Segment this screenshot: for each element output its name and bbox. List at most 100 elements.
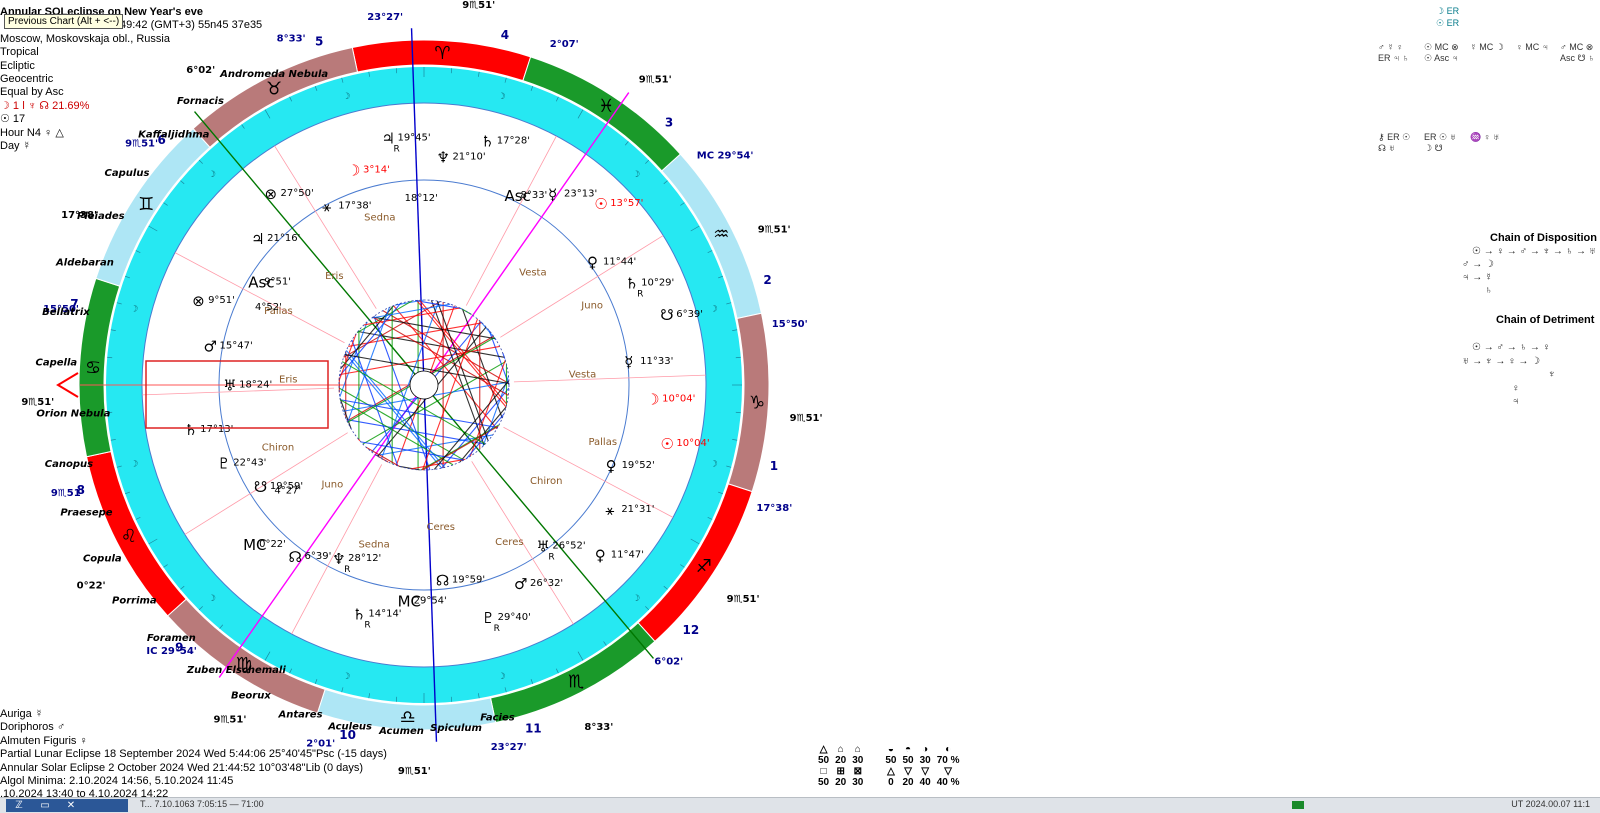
minor-body-label: Ceres [495, 537, 523, 548]
detriment-row-2: ♅ → ♆ → ♀ → ☽ [1462, 356, 1540, 367]
planet-degree: 22°43' [233, 458, 266, 469]
house-number: 12 [683, 623, 700, 637]
band-glyph: ☽ [208, 594, 216, 604]
fixed-star-label: Andromeda Nebula [219, 69, 328, 80]
band-glyph: ☽ [710, 460, 718, 470]
restore-icon[interactable]: ▭ [32, 799, 58, 812]
zodiac-sign-glyph: ♉ [266, 79, 282, 100]
planet-glyph: ☽ [347, 162, 360, 180]
planet-glyph: ☋ [660, 306, 673, 324]
center-hub [410, 371, 438, 399]
stat-sym: ▽ [900, 766, 917, 777]
fixed-star-label: Porrima [112, 596, 157, 607]
close-icon[interactable]: ✕ [58, 799, 84, 812]
disposition-row-3: ♃ → ☿ [1462, 272, 1493, 283]
dignity-col-2: ☉ MC ⊗ ☉ Asc ♃ [1424, 42, 1460, 64]
chart-wheel[interactable]: ♈♓♒♑♐♏♎♍♌♋♊♉☽☽☽☽☽☽☽☽☽☽☽☽5432112111098762… [0, 0, 1600, 812]
disposition-row-4: ♄ [1485, 285, 1493, 296]
outer-degree-label: 15°50' [772, 319, 808, 330]
planet-glyph: ⊗ [265, 185, 278, 203]
outer-degree-label: MC 29°54' [697, 151, 754, 162]
house-number: 2 [763, 273, 771, 287]
retrograde-marker: R [494, 624, 500, 634]
planet-degree: 8°33' [520, 190, 547, 201]
zodiac-sign-glyph: ♑ [749, 392, 765, 413]
stat-val: 0 [882, 777, 899, 788]
house-number: 4 [501, 28, 509, 42]
planet-glyph: ♄ [184, 421, 197, 439]
footer-line-6: Algol Minima: 2.10.2024 14:56, 5.10.2024… [0, 775, 387, 788]
dignity-col-3: ☿ MC ☽ [1470, 42, 1506, 53]
detriment-row-1: ☉ → ♂ → ♄ → ♀ [1472, 342, 1550, 353]
disposition-row-1: ☉ → ♀ → ♂ → ♆ → ♄ → ♅ [1472, 246, 1596, 257]
planet-degree: 23°13' [564, 189, 597, 200]
planet-glyph: ♂ [204, 338, 217, 356]
footer-line-2: Doriphoros ♂ [0, 721, 387, 734]
outer-degree-label: 9♏51' [51, 488, 84, 499]
zodiac-sign-glyph: ♋ [85, 358, 101, 379]
minor-body-label: Ceres [427, 522, 455, 533]
outer-degree-label: 8°33' [277, 33, 306, 44]
planet-degree: 15°47' [220, 341, 253, 352]
planet-glyph: ♇ [217, 455, 230, 473]
top-mark-sun: ☉ ER [1436, 18, 1459, 29]
outer-degree-label: 9♏51' [639, 74, 672, 85]
fixed-star-label: Canopus [45, 459, 93, 470]
planet-degree: 18°24' [239, 380, 272, 391]
stat-sym: ◐ [934, 744, 963, 755]
fixed-star-label: Capella [36, 358, 78, 369]
planet-degree: 3°14' [363, 165, 390, 176]
outer-degree-label: IC 29°54' [146, 646, 196, 657]
fixed-star-label: Beorux [231, 691, 271, 702]
outer-degree-label: 0°22' [77, 580, 106, 591]
stat-sym: ⌂ [832, 744, 849, 755]
dignity-col-4: ♀ MC ♃ [1516, 42, 1552, 53]
fixed-star-label: Capulus [105, 168, 150, 179]
outer-degree-label: 2°07' [550, 39, 579, 50]
band-glyph: ☽ [710, 304, 718, 314]
house-number: 5 [315, 35, 323, 49]
band-glyph: ☽ [342, 92, 350, 102]
app-icon[interactable]: ℤ [6, 799, 32, 812]
planet-degree: 26°32' [530, 578, 563, 589]
detriment-row-3: ♆ [1548, 369, 1556, 380]
stat-val: 30 [849, 755, 866, 766]
footer-line-1: Auriga ☿ [0, 708, 387, 721]
outer-degree-label: 9♏51' [790, 413, 823, 424]
house-number: 11 [525, 721, 542, 735]
outer-degree-label: 23°27' [367, 12, 403, 23]
planet-glyph: ⚹ [322, 198, 331, 216]
band-glyph: ☽ [130, 460, 138, 470]
fixed-star-label: Kaffaljidhma [138, 129, 210, 140]
zodiac-sign-glyph: ♈ [434, 43, 450, 64]
stat-val: 30 [849, 777, 866, 788]
planet-glyph: ⚹ [605, 501, 614, 519]
planet-degree: 9°51' [264, 277, 291, 288]
stat-val: 50 [882, 755, 899, 766]
stat-val: 70 % [934, 755, 963, 766]
dignity-col-1: ♂ ☿ ♀ ER ♃ ♄ [1378, 42, 1414, 64]
planet-degree: 6°39' [676, 309, 703, 320]
stat-val: 50 [900, 755, 917, 766]
stat-val: 20 [900, 777, 917, 788]
footer-info: Auriga ☿ Doriphoros ♂ Almuten Figuris ♀ … [0, 708, 387, 802]
outer-degree-label: 9♏51' [462, 0, 495, 11]
minor-body-label: Sedna [358, 539, 389, 550]
stat-sym: ⊞ [832, 766, 849, 777]
fixed-star-label: Foramen [147, 633, 196, 644]
fixed-star-label: Bellatrix [42, 307, 90, 318]
planet-glyph: ♀ [595, 547, 606, 565]
zodiac-sign-glyph: ♓ [598, 96, 614, 117]
planet-degree: 26°52' [552, 541, 585, 552]
window-buttons: ℤ▭✕ [6, 799, 128, 812]
fixed-star-label: Praesepe [60, 508, 112, 519]
dignity-col-6: ⚷ ER ☉ ☊ ♅ [1378, 132, 1414, 154]
planet-degree: 19°52' [622, 460, 655, 471]
planet-glyph: ♅ [223, 377, 236, 395]
outer-degree-label: 9♏51' [21, 397, 54, 408]
outer-degree-label: 23°27' [491, 742, 527, 753]
band-glyph: ☽ [498, 672, 506, 682]
house-number: 1 [770, 459, 778, 473]
minor-body-label: Sedna [364, 213, 395, 224]
stat-val: 20 [832, 755, 849, 766]
